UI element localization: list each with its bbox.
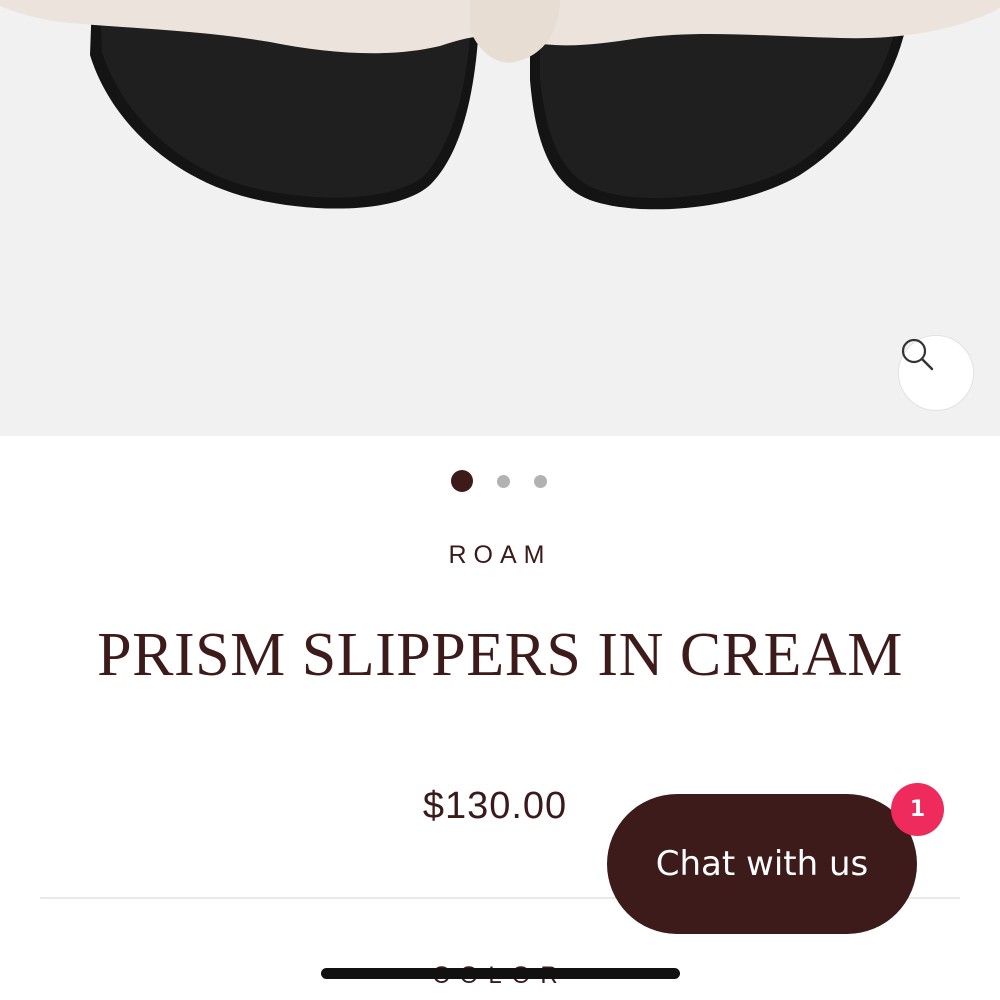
pagination-dot-3[interactable] (534, 475, 547, 488)
magnifier-icon (901, 338, 934, 371)
product-title: PRISM SLIPPERS IN CREAM (97, 621, 903, 689)
product-image[interactable] (0, 0, 1000, 436)
home-indicator[interactable] (321, 968, 680, 979)
product-brand[interactable]: ROAM (0, 541, 1000, 570)
chat-button-label: Chat with us (655, 844, 869, 884)
zoom-button[interactable] (898, 335, 974, 411)
slipper-photo (0, 0, 1000, 210)
chat-notification-badge: 1 (891, 783, 944, 836)
pagination-dot-1[interactable] (451, 470, 473, 492)
image-pagination (0, 469, 1000, 493)
chat-button[interactable]: Chat with us (607, 794, 917, 934)
pagination-dot-2[interactable] (497, 475, 510, 488)
